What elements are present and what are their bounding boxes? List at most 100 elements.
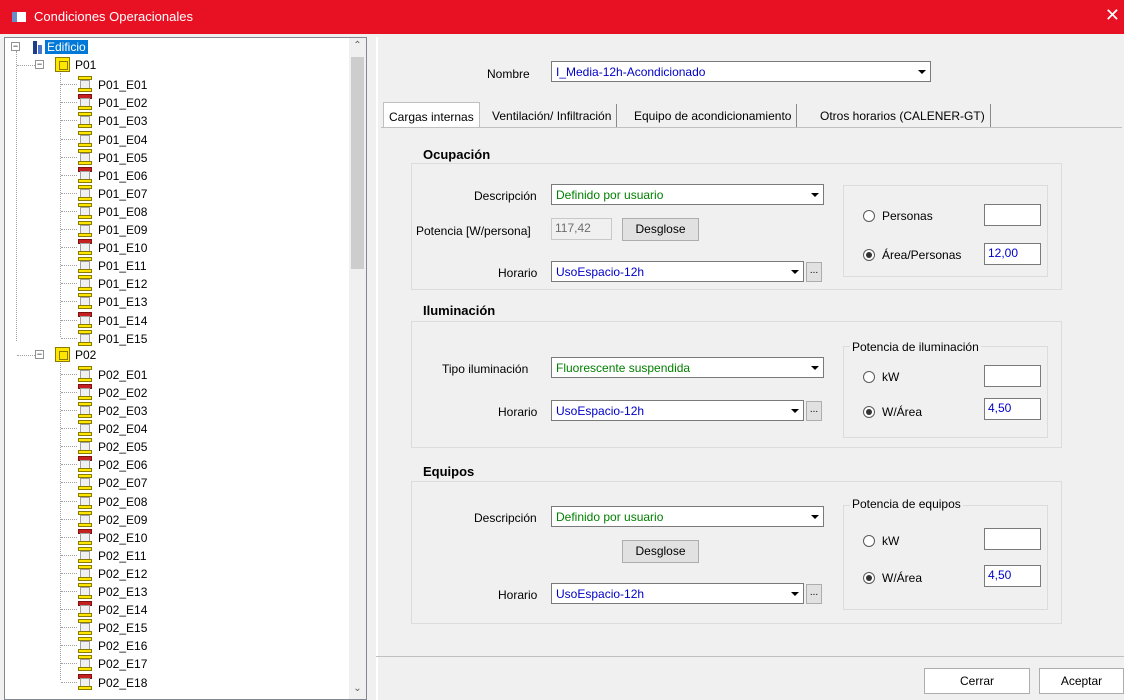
ocupacion-horario-value: UsoEspacio-12h [556, 265, 645, 279]
tree-space-label[interactable]: P02_E18 [98, 676, 147, 690]
tree-space-label[interactable]: P02_E14 [98, 603, 147, 617]
tree-space-label[interactable]: P01_E15 [98, 332, 147, 346]
tree-space-label[interactable]: P02_E12 [98, 567, 147, 581]
tree-floor-label[interactable]: P01 [75, 58, 96, 72]
tree-space-label[interactable]: P01_E01 [98, 78, 147, 92]
tree-space-label[interactable]: P01_E11 [98, 259, 147, 273]
chevron-down-icon[interactable] [786, 263, 802, 280]
tab-cargas-internas[interactable]: Cargas internas [383, 102, 480, 128]
tree-space-label[interactable]: P02_E05 [98, 440, 147, 454]
tree-space-label[interactable]: P02_E06 [98, 458, 147, 472]
space-icon [77, 474, 93, 491]
tree-space-label[interactable]: P02_E17 [98, 657, 147, 671]
tree-space-label[interactable]: P01_E03 [98, 114, 147, 128]
tree-floor-label[interactable]: P02 [75, 348, 96, 362]
chevron-down-icon[interactable] [913, 63, 929, 80]
tree-space-label[interactable]: P01_E10 [98, 241, 147, 255]
tree-space-label[interactable]: P02_E10 [98, 531, 147, 545]
cerrar-button[interactable]: Cerrar [924, 668, 1030, 694]
close-icon[interactable]: ✕ [1105, 6, 1120, 24]
personas-field[interactable] [984, 204, 1041, 226]
equipos-desglose-button[interactable]: Desglose [622, 540, 699, 563]
equipos-warea-radio[interactable] [863, 572, 875, 584]
tree-space-label[interactable]: P02_E02 [98, 386, 147, 400]
tree-space-label[interactable]: P02_E07 [98, 476, 147, 490]
iluminacion-warea-radio[interactable] [863, 406, 875, 418]
floor-icon [55, 57, 70, 73]
chevron-down-icon[interactable] [806, 508, 822, 525]
collapse-icon[interactable]: − [11, 42, 20, 51]
iluminacion-kw-field[interactable] [984, 365, 1041, 387]
space-icon [77, 257, 93, 274]
tree-space-label[interactable]: P01_E07 [98, 187, 147, 201]
area-personas-radio[interactable] [863, 249, 875, 261]
tree-space-label[interactable]: P02_E13 [98, 585, 147, 599]
tree-space-label[interactable]: P01_E08 [98, 205, 147, 219]
tree-space-label[interactable]: P02_E16 [98, 639, 147, 653]
equipos-descripcion-select[interactable]: Definido por usuario [551, 506, 824, 527]
chevron-down-icon[interactable] [806, 359, 822, 376]
equipos-horario-value: UsoEspacio-12h [556, 587, 645, 601]
chevron-down-icon[interactable] [806, 186, 822, 203]
tree-line [61, 500, 77, 502]
nombre-select[interactable]: I_Media-12h-Acondicionado [551, 61, 931, 82]
equipos-horario-select[interactable]: UsoEspacio-12h [551, 583, 804, 604]
area-personas-field[interactable]: 12,00 [984, 243, 1041, 265]
scroll-down-icon[interactable]: ⌄ [349, 683, 366, 699]
iluminacion-horario-select[interactable]: UsoEspacio-12h [551, 400, 804, 421]
iluminacion-kw-radio[interactable] [863, 371, 875, 383]
tree-line [61, 410, 77, 411]
tab-equipo-acondicionamiento[interactable]: Equipo de acondicionamiento [629, 104, 798, 128]
collapse-icon[interactable]: − [35, 60, 44, 70]
space-icon [77, 510, 93, 527]
tree-space-label[interactable]: P02_E01 [98, 368, 147, 382]
space-icon [77, 492, 93, 509]
tree-space-label[interactable]: P01_E12 [98, 277, 147, 291]
tree-space-label[interactable]: P01_E02 [98, 96, 147, 110]
tree-space-label[interactable]: P01_E06 [98, 169, 147, 183]
tree-space-label[interactable]: P01_E13 [98, 295, 147, 309]
tree-space-label[interactable]: P01_E14 [98, 314, 147, 328]
tab-ventilacion[interactable]: Ventilación/ Infiltración [487, 104, 618, 128]
equipos-horario-more-button[interactable]: ... [806, 584, 822, 604]
space-icon [77, 239, 93, 256]
tree-space-label[interactable]: P02_E15 [98, 621, 147, 635]
collapse-icon[interactable]: − [35, 349, 44, 359]
tab-otros-horarios[interactable]: Otros horarios (CALENER-GT) [815, 104, 991, 128]
personas-radio[interactable] [863, 210, 875, 222]
aceptar-button[interactable]: Aceptar [1039, 668, 1124, 694]
tree-space-label[interactable]: P01_E09 [98, 223, 147, 237]
iluminacion-horario-more-button[interactable]: ... [806, 401, 822, 421]
tree-space-label[interactable]: P01_E04 [98, 133, 147, 147]
ocupacion-descripcion-select[interactable]: Definido por usuario [551, 184, 824, 205]
nombre-value: I_Media-12h-Acondicionado [556, 65, 706, 79]
tree-space-label[interactable]: P02_E04 [98, 422, 147, 436]
tipo-iluminacion-select[interactable]: Fluorescente suspendida [551, 357, 824, 378]
footer-separator [376, 656, 1124, 657]
tree-line [61, 247, 77, 249]
building-tree[interactable]: ⌃ ⌄ − Edificio − P01 P01_E01 P01_E02 P01_E03 P0… [4, 37, 367, 700]
ocupacion-horario-select[interactable]: UsoEspacio-12h [551, 261, 804, 282]
scroll-thumb[interactable] [351, 57, 364, 269]
equipos-warea-field[interactable]: 4,50 [984, 565, 1041, 587]
tree-space-label[interactable]: P02_E03 [98, 404, 147, 418]
tree-space-label[interactable]: P02_E09 [98, 513, 147, 527]
splitter[interactable] [376, 37, 378, 700]
tree-space-label[interactable]: P02_E11 [98, 549, 147, 563]
window-title: Condiciones Operacionales [34, 9, 193, 24]
scroll-up-icon[interactable]: ⌃ [349, 40, 366, 57]
tree-line [61, 319, 77, 321]
chevron-down-icon[interactable] [786, 402, 802, 419]
iluminacion-warea-field[interactable]: 4,50 [984, 398, 1041, 420]
tree-space-label[interactable]: P01_E05 [98, 151, 147, 165]
ocupacion-desglose-button[interactable]: Desglose [622, 218, 699, 241]
iluminacion-horario-label: Horario [498, 405, 538, 419]
tree-space-label[interactable]: P02_E08 [98, 495, 147, 509]
tree-root-label[interactable]: Edificio [45, 40, 88, 54]
equipos-kw-radio[interactable] [863, 535, 875, 547]
tree-line [17, 65, 35, 67]
equipos-kw-field[interactable] [984, 528, 1041, 550]
tree-scrollbar[interactable]: ⌃ ⌄ [349, 38, 366, 699]
chevron-down-icon[interactable] [786, 585, 802, 602]
ocupacion-horario-more-button[interactable]: ... [806, 262, 822, 282]
